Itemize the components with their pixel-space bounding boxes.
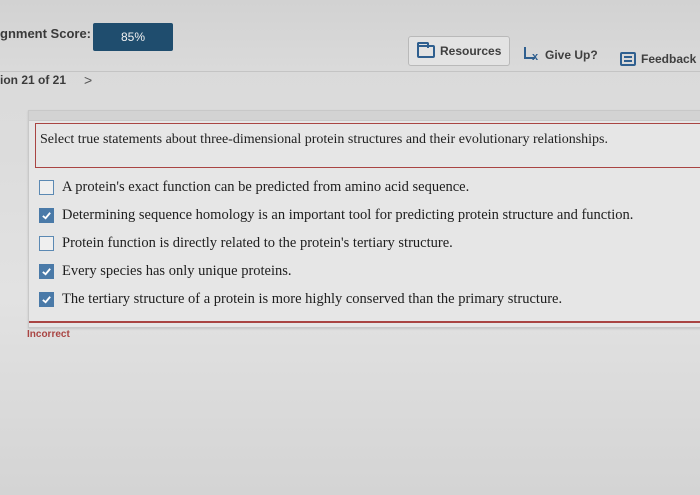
answer-option[interactable]: Protein function is directly related to … [39,229,633,257]
question-counter: ion 21 of 21 [0,73,67,87]
folder-icon [417,41,435,58]
card-header-stripe [29,111,700,121]
feedback-icon [620,52,636,66]
feedback-button[interactable]: Feedback [612,44,700,74]
checkbox-checked[interactable] [39,207,54,223]
question-navigation: ion 21 of 21 > [0,72,92,88]
answer-option[interactable]: The tertiary structure of a protein is m… [39,285,633,313]
resources-label: Resources [440,44,502,58]
checkbox-checked[interactable] [39,263,54,279]
feedback-label: Feedback [641,52,697,66]
resources-button[interactable]: Resources [408,36,511,66]
assignment-score-value: 85% [93,23,173,51]
answer-option[interactable]: A protein's exact function can be predic… [39,173,633,201]
incorrect-indicator-rule [29,321,700,323]
answer-option[interactable]: Determining sequence homology is an impo… [39,201,633,229]
option-label: Every species has only unique proteins. [62,262,292,279]
checkbox-checked[interactable] [39,291,54,307]
answer-options: A protein's exact function can be predic… [39,173,633,313]
question-prompt: Select true statements about three-dimen… [35,123,700,168]
checkbox[interactable] [39,179,54,195]
question-card: Select true statements about three-dimen… [28,110,700,328]
option-label: The tertiary structure of a protein is m… [62,290,563,307]
option-label: Protein function is directly related to … [62,234,453,251]
answer-option[interactable]: Every species has only unique proteins. [39,257,633,285]
give-up-button[interactable]: x Give Up? [516,40,606,70]
give-up-icon: x [524,47,540,63]
checkmark-icon [42,295,51,304]
top-bar: gnment Score: 85% Resources x Give Up? F… [0,0,700,72]
assignment-score-label: gnment Score: [0,26,92,41]
next-question-icon[interactable]: > [84,72,92,88]
option-label: Determining sequence homology is an impo… [62,206,634,223]
checkmark-icon [42,267,51,276]
checkbox[interactable] [39,235,54,251]
checkmark-icon [42,211,51,220]
give-up-label: Give Up? [545,48,598,62]
option-label: A protein's exact function can be predic… [62,178,470,195]
result-status: Incorrect [27,329,70,340]
